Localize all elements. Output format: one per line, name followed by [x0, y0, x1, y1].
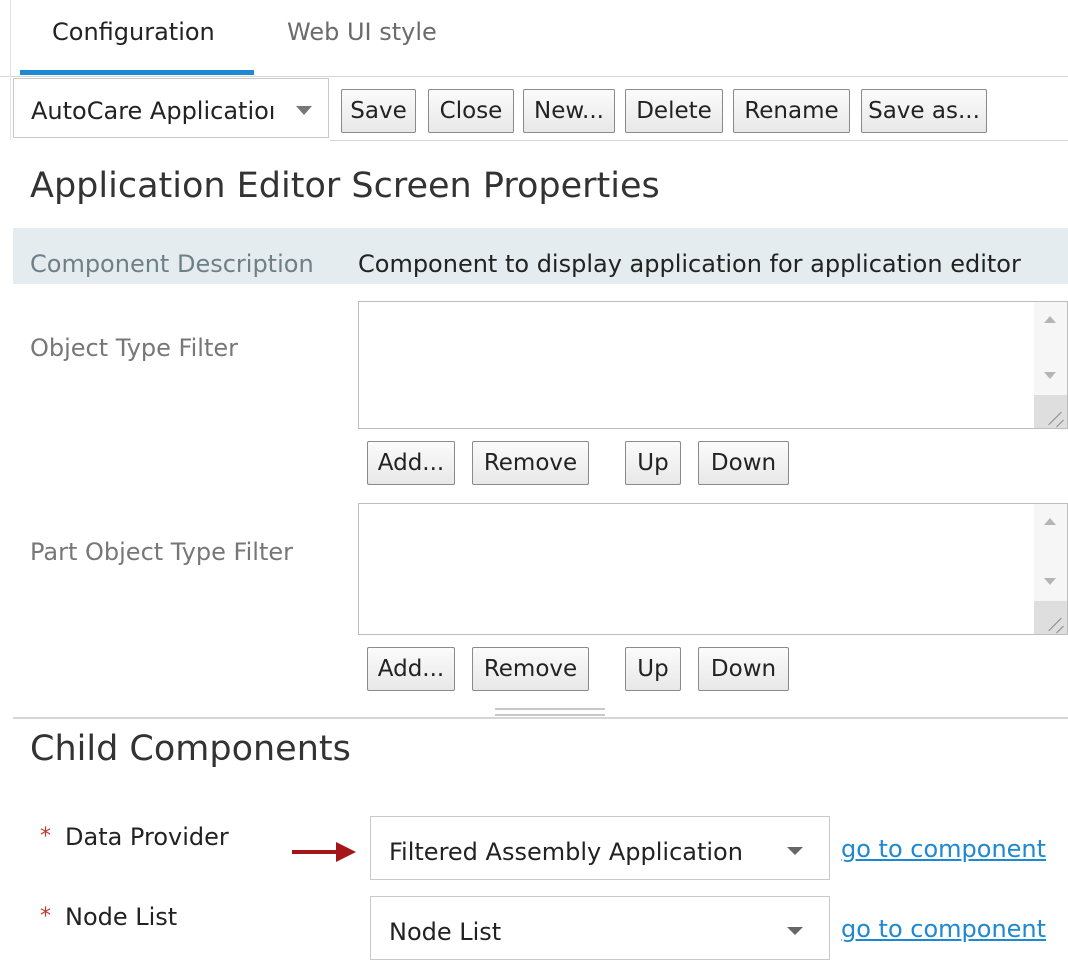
- scroll-up-icon[interactable]: [1044, 316, 1056, 323]
- part-object-type-filter-label: Part Object Type Filter: [30, 538, 293, 566]
- chevron-down-icon: [787, 927, 803, 935]
- chevron-down-icon: [296, 106, 312, 115]
- node-list-value: Node List: [389, 918, 502, 946]
- data-provider-select[interactable]: Filtered Assembly Application: [370, 816, 830, 880]
- node-list-label: Node List: [65, 903, 178, 931]
- save-button[interactable]: Save: [341, 89, 416, 133]
- chevron-down-icon: [787, 847, 803, 855]
- object-type-up-button[interactable]: Up: [625, 441, 681, 485]
- resize-grip-icon[interactable]: [1034, 395, 1067, 428]
- component-description-value: Component to display application for app…: [358, 250, 1021, 278]
- active-tab-indicator: [20, 70, 254, 75]
- data-provider-label: Data Provider: [65, 823, 229, 851]
- left-border: [10, 0, 11, 140]
- part-object-type-up-button[interactable]: Up: [625, 647, 681, 691]
- object-type-add-button[interactable]: Add...: [367, 441, 455, 485]
- scroll-down-icon[interactable]: [1044, 372, 1056, 379]
- node-list-go-to-component-link[interactable]: go to component: [841, 915, 1046, 943]
- annotation-arrow-icon: [292, 850, 340, 854]
- part-object-type-filter-list[interactable]: [358, 503, 1068, 635]
- data-provider-value: Filtered Assembly Application: [389, 838, 743, 866]
- new-button[interactable]: New...: [523, 89, 615, 133]
- node-list-select[interactable]: Node List: [370, 896, 830, 960]
- tab-web-ui-style[interactable]: Web UI style: [287, 18, 437, 46]
- object-type-filter-list[interactable]: [358, 301, 1068, 429]
- data-provider-go-to-component-link[interactable]: go to component: [841, 835, 1046, 863]
- part-object-type-down-button[interactable]: Down: [698, 647, 789, 691]
- component-description-label: Component Description: [30, 250, 314, 278]
- splitter-handle[interactable]: [495, 708, 605, 710]
- object-type-filter-label: Object Type Filter: [30, 334, 238, 362]
- child-components-title: Child Components: [30, 729, 351, 769]
- tab-bar: Configuration Web UI style: [0, 0, 1068, 77]
- section-splitter[interactable]: [13, 717, 1068, 719]
- splitter-handle-line: [495, 714, 605, 716]
- properties-title: Application Editor Screen Properties: [30, 166, 660, 206]
- save-as-button[interactable]: Save as...: [861, 89, 987, 133]
- rename-button[interactable]: Rename: [733, 89, 850, 133]
- required-marker: *: [40, 904, 51, 929]
- required-marker: *: [40, 824, 51, 849]
- scroll-down-icon[interactable]: [1044, 578, 1056, 585]
- close-button[interactable]: Close: [428, 89, 514, 133]
- part-object-type-remove-button[interactable]: Remove: [472, 647, 589, 691]
- part-object-type-add-button[interactable]: Add...: [367, 647, 455, 691]
- configuration-select-value: AutoCare Applicatioı: [31, 97, 276, 125]
- scroll-up-icon[interactable]: [1044, 518, 1056, 525]
- object-type-down-button[interactable]: Down: [698, 441, 789, 485]
- object-type-remove-button[interactable]: Remove: [472, 441, 589, 485]
- resize-grip-icon[interactable]: [1034, 601, 1067, 634]
- configuration-select[interactable]: AutoCare Applicatioı: [13, 78, 329, 138]
- annotation-arrow-head: [336, 842, 356, 862]
- delete-button[interactable]: Delete: [625, 89, 723, 133]
- toolbar-divider: [330, 140, 1068, 141]
- tab-configuration[interactable]: Configuration: [52, 18, 215, 46]
